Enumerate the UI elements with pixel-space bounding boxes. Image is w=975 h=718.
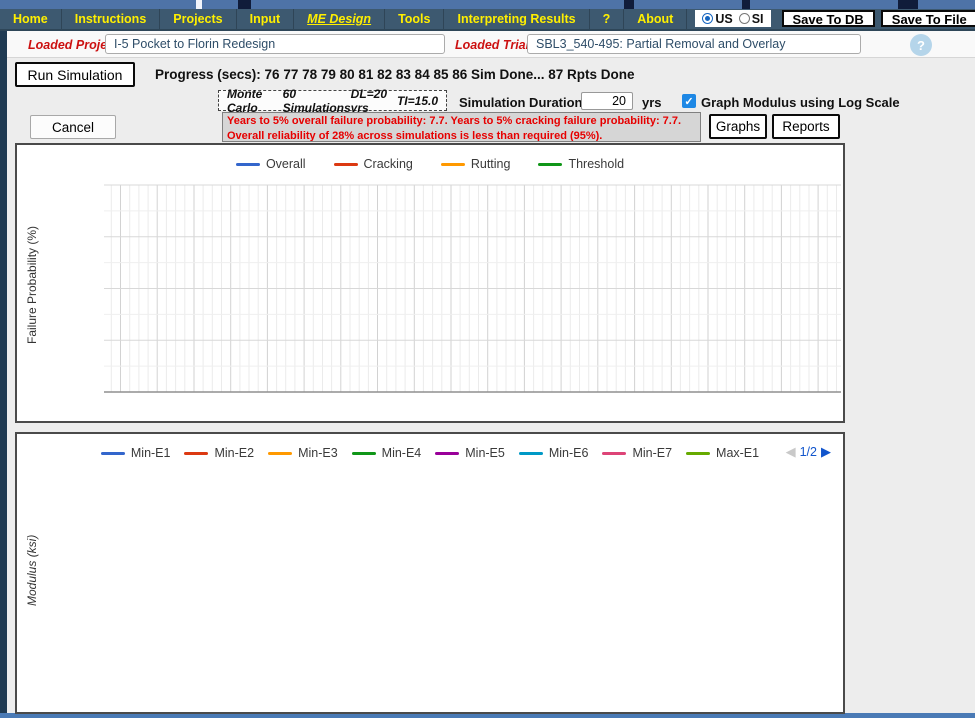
legend-item-min-e7: Min-E7	[602, 446, 672, 460]
failure-chart-legend: Overall Cracking Rutting Threshold	[17, 157, 843, 171]
legend-swatch-rutting	[440, 162, 465, 166]
legend-swatch-min-e7	[602, 451, 627, 455]
nav-item-home[interactable]: Home	[0, 9, 62, 29]
modulus-chart-legend: Min-E1 Min-E2 Min-E3 Min-E4 Min-E5 Min-E6 Min-…	[17, 446, 843, 460]
loaded-trial-field[interactable]	[527, 34, 861, 54]
log-scale-checkbox[interactable]: ✓	[682, 94, 696, 108]
sim-duration-input[interactable]	[581, 92, 633, 110]
failure-probability-panel: Overall Cracking Rutting Threshold Failure …	[15, 143, 845, 423]
legend-swatch-overall	[235, 162, 260, 166]
legend-label: Cracking	[363, 157, 413, 171]
nav-item--[interactable]: ?	[590, 9, 625, 29]
legend-label: Min-E4	[381, 446, 422, 460]
title-text-fragment	[196, 0, 202, 9]
reports-button[interactable]: Reports	[772, 114, 840, 139]
traffic-index: TI=15.0	[396, 93, 438, 108]
legend-swatch-cracking	[333, 162, 358, 166]
graphs-button[interactable]: Graphs	[709, 114, 767, 139]
cancel-button[interactable]: Cancel	[30, 115, 116, 139]
legend-swatch-min-e3	[268, 451, 293, 455]
legend-item-min-e5: Min-E5	[435, 446, 505, 460]
legend-item-min-e1: Min-E1	[100, 446, 171, 460]
radio-us[interactable]: US	[702, 11, 733, 26]
legend-prev-icon[interactable]: ◀	[786, 444, 796, 460]
nav-item-interpreting-results[interactable]: Interpreting Results	[444, 9, 590, 29]
save-to-db-button[interactable]: Save To DB	[781, 10, 875, 27]
title-text-fragment	[624, 0, 634, 9]
window-title-strip	[0, 0, 975, 9]
legend-item-cracking: Cracking	[333, 157, 413, 171]
legend-label: Max-E1	[716, 446, 760, 460]
legend-item-overall: Overall	[235, 157, 306, 171]
units-toggle: US SI	[695, 10, 771, 27]
legend-item-max-e1: Max-E1	[686, 446, 759, 460]
legend-item-min-e2: Min-E2	[184, 446, 254, 460]
legend-item-threshold: Threshold	[538, 157, 624, 171]
legend-label: Threshold	[568, 157, 625, 171]
legend-swatch-min-e4	[351, 451, 376, 455]
radio-si[interactable]: SI	[738, 11, 764, 26]
legend-swatch-threshold	[538, 162, 563, 166]
nav-item-instructions[interactable]: Instructions	[62, 9, 161, 29]
radio-si-label: SI	[751, 11, 764, 26]
reliability-warning: Years to 5% overall failure probability:…	[222, 112, 701, 142]
title-text-fragment	[898, 0, 918, 9]
legend-item-min-e3: Min-E3	[268, 446, 338, 460]
radio-us-label: US	[715, 11, 733, 26]
legend-item-rutting: Rutting	[440, 157, 511, 171]
main-navbar: Home Instructions Projects Input ME Design To…	[0, 9, 975, 31]
nav-item-about[interactable]: About	[624, 9, 688, 29]
nav-item-projects[interactable]: Projects	[160, 9, 237, 29]
failure-probability-chart	[104, 184, 841, 393]
modulus-chart	[25, 460, 841, 710]
title-text-fragment	[742, 0, 750, 9]
sim-duration-units: yrs	[642, 95, 662, 110]
run-simulation-button[interactable]: Run Simulation	[15, 62, 135, 87]
legend-page-indicator: 1/2	[799, 445, 817, 459]
legend-label: Min-E2	[214, 446, 255, 460]
legend-swatch-min-e1	[100, 451, 125, 455]
save-to-file-button[interactable]: Save To File	[880, 10, 975, 27]
nav-items: Home Instructions Projects Input ME Design To…	[0, 9, 688, 29]
legend-swatch-min-e6	[518, 451, 543, 455]
app-window: Home Instructions Projects Input ME Design To…	[0, 0, 975, 718]
legend-label: Min-E5	[465, 446, 505, 460]
legend-pager: ◀ 1/2 ▶	[786, 444, 831, 460]
legend-label: Min-E1	[130, 446, 171, 460]
radio-si-circle	[738, 13, 750, 24]
monte-carlo-summary: Monte Carlo 60 Simulations DL=20 yrs TI=…	[218, 87, 447, 115]
nav-item-me-design[interactable]: ME Design	[294, 9, 386, 29]
legend-swatch-max-e1	[686, 451, 711, 455]
help-icon[interactable]: ?	[910, 34, 932, 56]
nav-item-input[interactable]: Input	[237, 9, 295, 29]
loaded-info-row: Loaded Project: Loaded Trial: ?	[7, 31, 975, 58]
modulus-panel: Min-E1 Min-E2 Min-E3 Min-E4 Min-E5 Min-E6 Min-…	[15, 432, 845, 714]
nav-item-tools[interactable]: Tools	[385, 9, 445, 29]
sim-duration-label: Simulation Duration	[459, 95, 583, 110]
progress-text: Progress (secs): 76 77 78 79 80 81 82 83…	[155, 67, 635, 82]
legend-label: Rutting	[470, 157, 511, 171]
log-scale-label: Graph Modulus using Log Scale	[701, 95, 900, 110]
legend-next-icon[interactable]: ▶	[821, 444, 831, 460]
title-text-fragment	[238, 0, 251, 9]
window-left-edge	[0, 31, 7, 713]
legend-swatch-min-e5	[435, 451, 460, 455]
loaded-trial-label: Loaded Trial:	[455, 38, 534, 52]
simulations-count: 60 Simulations	[282, 86, 351, 115]
radio-us-circle	[702, 13, 714, 24]
loaded-project-field[interactable]	[105, 34, 445, 54]
legend-label: Min-E7	[632, 446, 673, 460]
legend-item-min-e4: Min-E4	[351, 446, 422, 460]
legend-item-min-e6: Min-E6	[518, 446, 589, 460]
legend-label: Min-E6	[548, 446, 589, 460]
legend-swatch-min-e2	[184, 451, 209, 455]
monte-carlo-label: Monte Carlo	[227, 86, 263, 115]
legend-label: Min-E3	[298, 446, 338, 460]
legend-label: Overall	[265, 157, 306, 171]
design-life: DL=20 yrs	[350, 86, 388, 115]
